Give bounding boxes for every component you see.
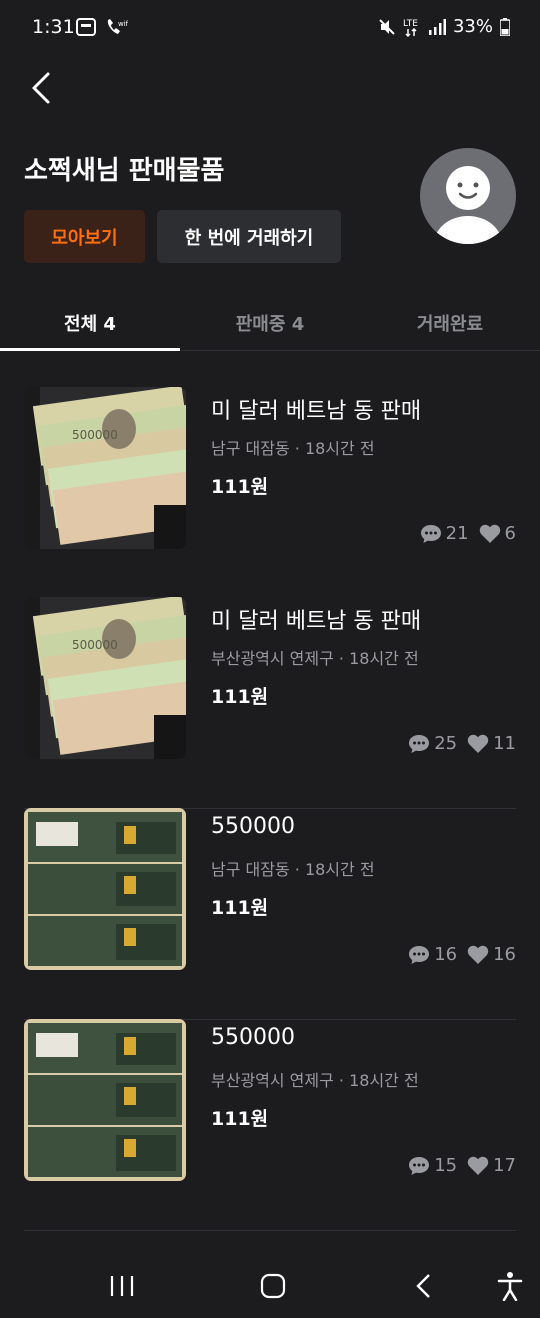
like-count: 17	[493, 1155, 516, 1176]
chat-count: 15	[434, 1155, 458, 1176]
heart-icon	[479, 524, 500, 543]
item-meta: 남구 대잠동 · 18시간 전	[211, 439, 375, 458]
item-stats: 25 11	[408, 733, 516, 754]
avatar[interactable]	[420, 148, 516, 244]
page-title: 소쩍새님 판매물품	[24, 156, 225, 186]
item-stats: 15 17	[408, 1155, 516, 1176]
item-title: 미 달러 베트남 동 판매	[211, 399, 422, 424]
mute-icon	[379, 18, 395, 35]
chat-icon	[409, 734, 430, 753]
system-nav-bar	[0, 1250, 540, 1318]
lte-icon: LTE	[403, 19, 418, 37]
wifi-call-icon: wifi	[107, 19, 128, 34]
status-right-icons: LTE 33%	[378, 16, 510, 37]
heart-icon	[467, 1156, 489, 1175]
view-all-button[interactable]: 모아보기	[24, 210, 145, 263]
list-item[interactable]: 550000 부산광역시 연제구 · 18시간 전 111원 15 17	[24, 1019, 516, 1231]
item-stats: 16 16	[408, 944, 516, 965]
tab-bar: 전체 4 판매중 4 거래완료	[0, 296, 540, 351]
item-title: 미 달러 베트남 동 판매	[211, 609, 422, 634]
list-item[interactable]: 550000 남구 대잠동 · 18시간 전 111원 16 16	[24, 808, 516, 1020]
status-time: 1:31	[32, 16, 75, 38]
recent-apps-icon	[110, 1276, 134, 1296]
chat-icon	[409, 945, 430, 964]
notification-app-icon	[76, 18, 96, 36]
recent-apps-button[interactable]	[104, 1268, 140, 1304]
item-meta: 남구 대잠동 · 18시간 전	[211, 860, 375, 879]
item-thumbnail	[24, 808, 186, 970]
svg-text:500000: 500000	[72, 638, 118, 652]
svg-text:wifi: wifi	[118, 20, 128, 28]
chat-icon	[409, 1156, 430, 1175]
accessibility-icon	[497, 1272, 523, 1301]
chat-count: 16	[434, 944, 458, 965]
heart-icon	[467, 945, 489, 964]
nav-back-button[interactable]	[406, 1268, 442, 1304]
battery-percent: 33%	[452, 16, 493, 37]
item-thumbnail: 500000	[24, 387, 186, 549]
item-price: 111원	[211, 1108, 269, 1130]
list-item[interactable]: 500000 미 달러 베트남 동 판매 부산광역시 연제구 · 18시간 전 …	[24, 597, 516, 809]
like-count: 11	[493, 733, 516, 754]
svg-text:LTE: LTE	[403, 19, 418, 29]
item-title: 550000	[211, 814, 295, 839]
like-count: 6	[504, 523, 516, 544]
item-thumbnail	[24, 1019, 186, 1181]
tab-on-sale[interactable]: 판매중 4	[180, 296, 360, 350]
accessibility-button[interactable]	[492, 1268, 528, 1304]
back-arrow-icon	[416, 1274, 430, 1298]
tab-all[interactable]: 전체 4	[0, 296, 180, 351]
item-meta: 부산광역시 연제구 · 18시간 전	[211, 649, 419, 668]
home-icon	[260, 1273, 286, 1299]
chevron-left-icon	[32, 72, 50, 104]
back-button[interactable]	[24, 68, 64, 108]
user-avatar-icon	[434, 166, 502, 244]
item-divider	[24, 1230, 516, 1231]
item-price: 111원	[211, 897, 269, 919]
like-count: 16	[493, 944, 516, 965]
item-thumbnail: 500000	[24, 597, 186, 759]
home-button[interactable]	[255, 1268, 291, 1304]
item-title: 550000	[211, 1025, 295, 1050]
svg-text:500000: 500000	[72, 428, 118, 442]
item-price: 111원	[211, 476, 269, 498]
chat-count: 21	[445, 523, 469, 544]
trade-once-button[interactable]: 한 번에 거래하기	[157, 210, 341, 263]
status-notification-icons: wifi	[76, 17, 128, 37]
chat-count: 25	[434, 733, 458, 754]
heart-icon	[467, 734, 489, 753]
item-stats: 21 6	[420, 523, 516, 544]
status-bar: 1:31 wifi LTE 33%	[0, 0, 540, 56]
list-item[interactable]: 500000 미 달러 베트남 동 판매 남구 대잠동 · 18시간 전 111…	[24, 387, 516, 599]
tab-completed[interactable]: 거래완료	[360, 296, 540, 350]
chat-icon	[420, 524, 441, 543]
signal-icon	[428, 18, 446, 35]
battery-icon	[500, 17, 510, 36]
item-price: 111원	[211, 686, 269, 708]
item-meta: 부산광역시 연제구 · 18시간 전	[211, 1071, 419, 1090]
